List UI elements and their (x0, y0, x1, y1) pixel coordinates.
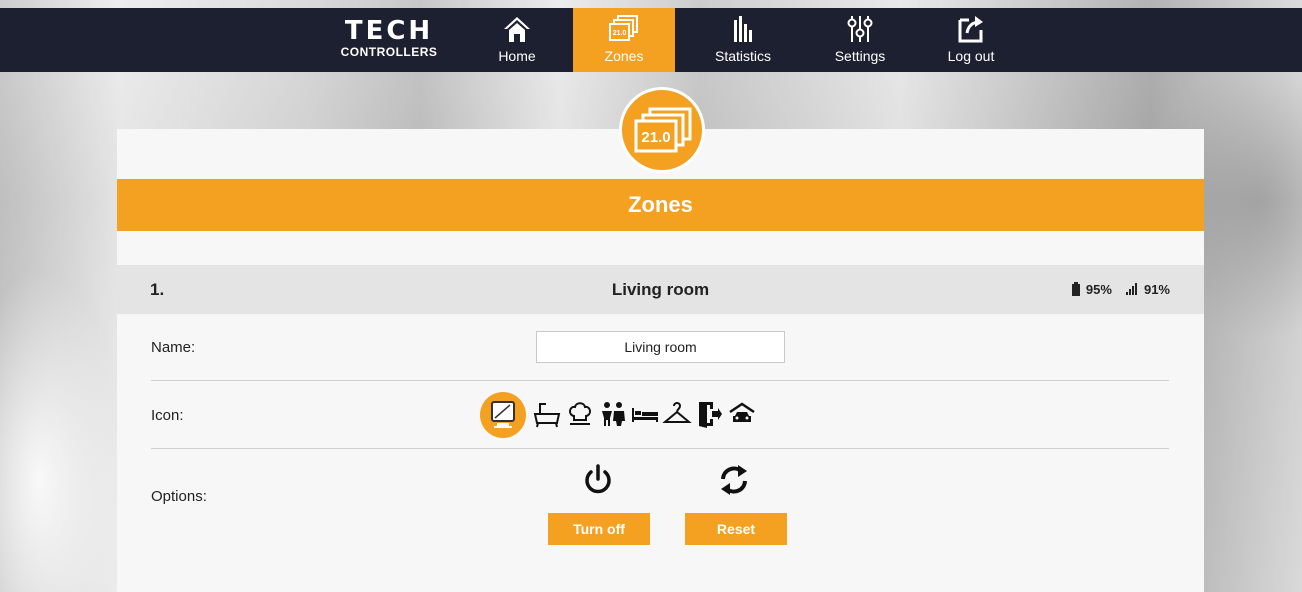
icon-label: Icon: (151, 407, 184, 424)
hanger-icon (662, 402, 692, 423)
reset-button[interactable]: Reset (685, 513, 787, 545)
zone-name-input[interactable] (536, 331, 785, 363)
brand-logo[interactable]: TECH CONTROLLERS (334, 18, 444, 58)
nav-zones-label: Zones (604, 48, 644, 64)
icon-option-entrance[interactable] (694, 399, 724, 429)
nav-settings[interactable]: Settings (822, 8, 898, 72)
options-label: Options: (151, 488, 207, 505)
garage-car-icon (729, 402, 755, 422)
bed-icon (632, 408, 658, 422)
zones-icon: 21.0 (634, 107, 692, 153)
zones-icon: 21.0 (609, 15, 638, 41)
children-icon (602, 402, 625, 426)
signal-icon (1126, 283, 1138, 295)
nav-home[interactable]: Home (488, 8, 546, 72)
nav-statistics[interactable]: Statistics (703, 8, 783, 72)
icon-option-kitchen[interactable] (565, 399, 595, 429)
icon-option-tv[interactable] (480, 392, 526, 438)
reset-icon[interactable] (716, 462, 752, 498)
door-exit-icon (699, 402, 722, 428)
zone-status: 95% 91% (1072, 282, 1170, 297)
icon-option-bedroom[interactable] (630, 399, 660, 429)
zones-page-icon: 21.0 (619, 87, 705, 173)
power-icon[interactable] (580, 462, 616, 498)
icon-option-garage[interactable] (727, 399, 757, 429)
brand-line1: TECH (344, 16, 434, 46)
zone-header-row: 1. Living room 95% 91% (117, 265, 1204, 314)
nav-logout[interactable]: Log out (936, 8, 1006, 72)
chef-hat-icon (569, 402, 591, 425)
home-icon (504, 17, 530, 42)
bathtub-icon (533, 403, 561, 428)
settings-sliders-icon (847, 16, 873, 42)
divider (151, 380, 1169, 381)
statistics-icon (734, 16, 752, 42)
zones-icon-badge: 21.0 (613, 30, 627, 37)
name-label: Name: (151, 339, 196, 356)
top-navbar: TECH CONTROLLERS Home 21.0 Zones Statist… (0, 8, 1302, 72)
nav-home-label: Home (498, 48, 536, 64)
nav-zones[interactable]: 21.0 Zones (573, 8, 675, 72)
nav-logout-label: Log out (947, 48, 995, 64)
signal-level: 91% (1143, 282, 1170, 297)
logout-icon (958, 16, 983, 43)
icon-option-bathroom[interactable] (532, 399, 562, 429)
zones-page-badge: 21.0 (641, 129, 670, 146)
brand-line2: CONTROLLERS (340, 45, 438, 59)
page-title: Zones (117, 179, 1204, 231)
zone-name: Living room (611, 280, 710, 299)
battery-level: 95% (1085, 282, 1112, 297)
tv-icon (491, 401, 515, 428)
nav-settings-label: Settings (834, 48, 886, 64)
icon-option-children[interactable] (598, 399, 628, 429)
turn-off-button[interactable]: Turn off (548, 513, 650, 545)
icon-option-wardrobe[interactable] (662, 399, 692, 429)
battery-icon (1072, 282, 1081, 296)
nav-statistics-label: Statistics (714, 48, 771, 64)
divider (151, 448, 1169, 449)
